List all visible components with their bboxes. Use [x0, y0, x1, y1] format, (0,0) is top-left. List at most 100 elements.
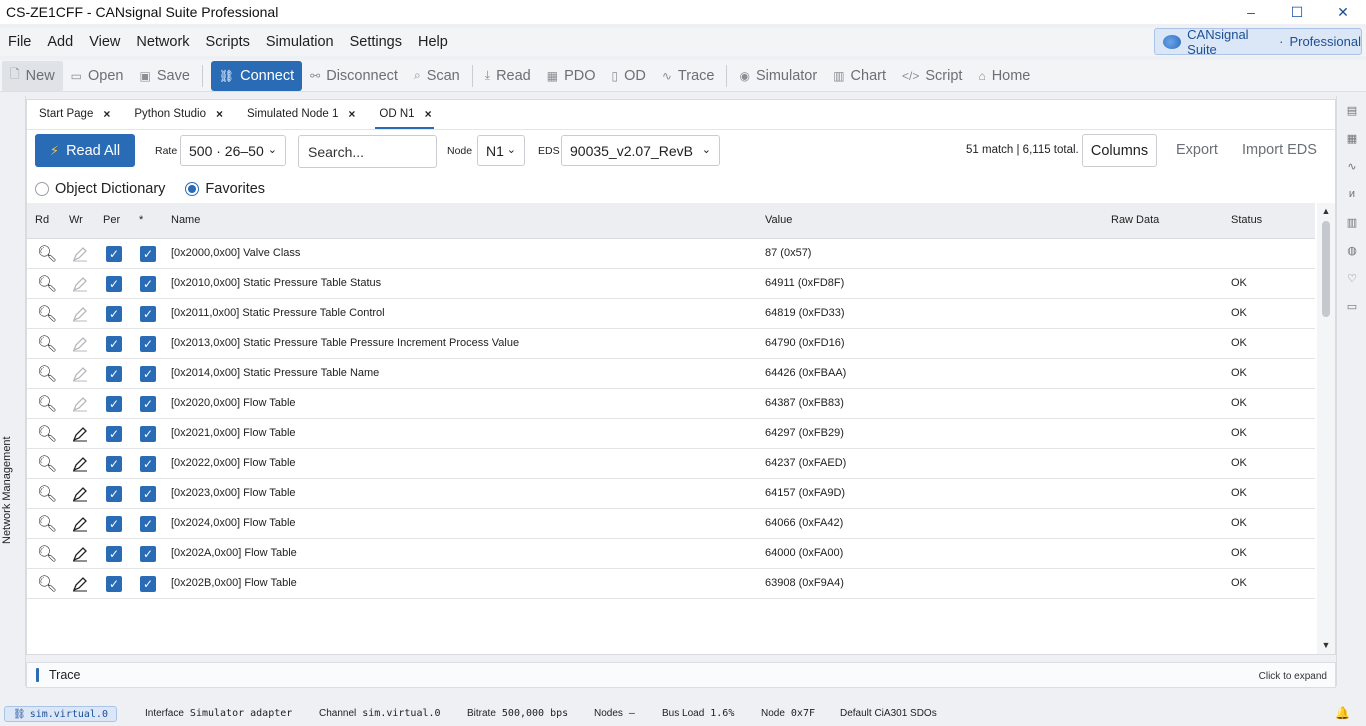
favorite-checkbox[interactable]: ✓	[140, 306, 156, 322]
write-icon[interactable]	[71, 515, 89, 533]
write-icon[interactable]	[71, 545, 89, 563]
table-row[interactable]: 🔍︎ ✓ ✓ [0x2024,0x00] Flow Table 64066 (0xFA4…	[27, 509, 1315, 539]
row-value[interactable]: 64000 (0xFA00)	[765, 547, 843, 559]
save-button[interactable]: ▣ Save	[132, 61, 198, 91]
row-value[interactable]: 64819 (0xFD33)	[765, 307, 845, 319]
persist-checkbox[interactable]: ✓	[106, 306, 122, 322]
persist-checkbox[interactable]: ✓	[106, 276, 122, 292]
read-all-button[interactable]: ⚡ Read All	[35, 134, 135, 167]
persist-checkbox[interactable]: ✓	[106, 366, 122, 382]
header-rd[interactable]: Rd	[35, 214, 49, 226]
read-icon[interactable]: 🔍︎	[37, 274, 57, 294]
close-icon[interactable]: ×	[216, 107, 223, 121]
scan-button[interactable]: ⌕ Scan	[406, 61, 468, 91]
favorite-checkbox[interactable]: ✓	[140, 336, 156, 352]
header-value[interactable]: Value	[765, 214, 792, 226]
header-per[interactable]: Per	[103, 214, 120, 226]
close-icon[interactable]: ×	[348, 107, 355, 121]
read-icon[interactable]: 🔍︎	[37, 484, 57, 504]
maximize-button[interactable]: ☐	[1274, 0, 1320, 24]
read-icon[interactable]: 🔍︎	[37, 454, 57, 474]
persist-checkbox[interactable]: ✓	[106, 336, 122, 352]
header-star[interactable]: *	[139, 214, 143, 226]
persist-checkbox[interactable]: ✓	[106, 516, 122, 532]
row-value[interactable]: 64237 (0xFAED)	[765, 457, 846, 469]
bell-icon[interactable]: 🔔	[1335, 706, 1350, 720]
favorite-checkbox[interactable]: ✓	[140, 486, 156, 502]
menu-network[interactable]: Network	[128, 34, 197, 50]
tab-python-studio[interactable]: Python Studio ×	[122, 99, 235, 129]
persist-checkbox[interactable]: ✓	[106, 576, 122, 592]
close-icon[interactable]: ×	[425, 107, 432, 121]
write-icon[interactable]	[71, 455, 89, 473]
read-icon[interactable]: 🔍︎	[37, 394, 57, 414]
read-icon[interactable]: 🔍︎	[37, 244, 57, 264]
search-input[interactable]	[298, 135, 437, 168]
folder-icon[interactable]: ▭	[1337, 292, 1366, 320]
columns-button[interactable]: Columns	[1082, 134, 1157, 167]
menu-settings[interactable]: Settings	[342, 34, 410, 50]
table-row[interactable]: 🔍︎ ✓ ✓ [0x2022,0x00] Flow Table 64237 (0xFAE…	[27, 449, 1315, 479]
table-row[interactable]: 🔍︎ ✓ ✓ [0x2011,0x00] Static Pressure Table …	[27, 299, 1315, 329]
table-row[interactable]: 🔍︎ ✓ ✓ [0x202A,0x00] Flow Table 64000 (0xFA0…	[27, 539, 1315, 569]
new-button[interactable]: 🗋 New	[2, 60, 63, 91]
row-value[interactable]: 64426 (0xFBAA)	[765, 367, 846, 379]
scroll-up-icon[interactable]: ▲	[1317, 204, 1335, 218]
menu-file[interactable]: File	[0, 34, 39, 50]
network-management-tab[interactable]: Network Management	[1, 436, 13, 544]
read-icon[interactable]: 🔍︎	[37, 514, 57, 534]
row-value[interactable]: 64157 (0xFA9D)	[765, 487, 845, 499]
home-button[interactable]: ⌂ Home	[970, 61, 1038, 91]
read-icon[interactable]: 🔍︎	[37, 424, 57, 444]
read-icon[interactable]: 🔍︎	[37, 334, 57, 354]
menu-view[interactable]: View	[81, 34, 128, 50]
read-icon[interactable]: 🔍︎	[37, 544, 57, 564]
read-icon[interactable]: 🔍︎	[37, 574, 57, 594]
row-value[interactable]: 64387 (0xFB83)	[765, 397, 844, 409]
menu-simulation[interactable]: Simulation	[258, 34, 342, 50]
scroll-thumb[interactable]	[1322, 221, 1330, 317]
persist-checkbox[interactable]: ✓	[106, 546, 122, 562]
write-icon[interactable]	[71, 575, 89, 593]
document-icon[interactable]: ▤	[1337, 96, 1366, 124]
table-row[interactable]: 🔍︎ ✓ ✓ [0x202B,0x00] Flow Table 63908 (0xF9A…	[27, 569, 1315, 599]
read-icon[interactable]: 🔍︎	[37, 304, 57, 324]
persist-checkbox[interactable]: ✓	[106, 396, 122, 412]
persist-checkbox[interactable]: ✓	[106, 456, 122, 472]
header-status[interactable]: Status	[1231, 214, 1262, 226]
od-button[interactable]: ▯ OD	[604, 61, 654, 91]
row-value[interactable]: 64066 (0xFA42)	[765, 517, 843, 529]
table-row[interactable]: 🔍︎ ✓ ✓ [0x2000,0x00] Valve Class 87 (0x57)	[27, 239, 1315, 269]
table-row[interactable]: 🔍︎ ✓ ✓ [0x2023,0x00] Flow Table 64157 (0xFA9…	[27, 479, 1315, 509]
header-name[interactable]: Name	[171, 214, 200, 226]
favorite-checkbox[interactable]: ✓	[140, 246, 156, 262]
favorite-checkbox[interactable]: ✓	[140, 396, 156, 412]
persist-checkbox[interactable]: ✓	[106, 426, 122, 442]
menu-add[interactable]: Add	[39, 34, 81, 50]
row-value[interactable]: 87 (0x57)	[765, 247, 811, 259]
persist-checkbox[interactable]: ✓	[106, 486, 122, 502]
connect-button[interactable]: ⛓ Connect	[210, 60, 303, 91]
minimize-button[interactable]: –	[1228, 0, 1274, 24]
tab-simulated-node-1[interactable]: Simulated Node 1 ×	[235, 99, 367, 129]
radio-object-dictionary[interactable]: Object Dictionary	[35, 181, 165, 197]
export-button[interactable]: Export	[1176, 142, 1218, 158]
table-icon[interactable]: ▦	[1337, 124, 1366, 152]
heart-icon[interactable]: ♡	[1337, 264, 1366, 292]
chart-button[interactable]: ▥ Chart	[825, 61, 894, 91]
node-select[interactable]: N1 ⌄	[477, 135, 525, 166]
variable-icon[interactable]: и	[1337, 180, 1366, 208]
trace-button[interactable]: ∿ Trace	[654, 61, 723, 91]
import-eds-button[interactable]: Import EDS	[1242, 142, 1317, 158]
globe-icon[interactable]: ◍	[1337, 236, 1366, 264]
radio-favorites[interactable]: Favorites	[185, 181, 265, 197]
favorite-checkbox[interactable]: ✓	[140, 456, 156, 472]
close-icon[interactable]: ×	[103, 107, 110, 121]
favorite-checkbox[interactable]: ✓	[140, 366, 156, 382]
simulator-button[interactable]: ◉ Simulator	[731, 61, 825, 91]
persist-checkbox[interactable]: ✓	[106, 246, 122, 262]
table-row[interactable]: 🔍︎ ✓ ✓ [0x2021,0x00] Flow Table 64297 (0xFB2…	[27, 419, 1315, 449]
header-wr[interactable]: Wr	[69, 214, 83, 226]
open-button[interactable]: ▭ Open	[63, 61, 132, 91]
row-value[interactable]: 64790 (0xFD16)	[765, 337, 845, 349]
